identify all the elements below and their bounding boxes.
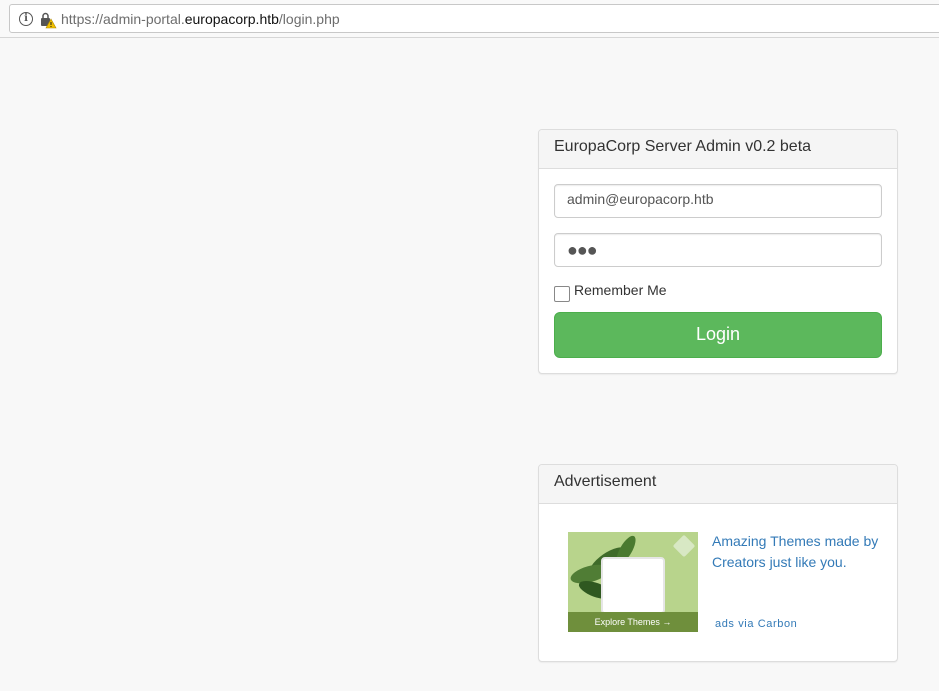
lock-warning-icon[interactable] [39, 11, 57, 29]
password-field[interactable]: ●●● [554, 233, 882, 267]
tablet-mockup [601, 557, 665, 614]
url-host: europacorp.htb [184, 11, 279, 27]
info-icon[interactable]: i [19, 12, 33, 26]
email-field[interactable]: admin@europacorp.htb [554, 184, 882, 218]
ads-via-carbon-link[interactable]: ads via Carbon [715, 618, 797, 630]
remember-me-checkbox[interactable] [554, 286, 570, 302]
explore-themes-caption[interactable]: Explore Themes → [568, 612, 698, 632]
ad-text-link[interactable]: Amazing Themes made by Creators just lik… [712, 531, 882, 573]
url-text[interactable]: https://admin-portal.europacorp.htb/logi… [61, 11, 340, 27]
login-panel-title: EuropaCorp Server Admin v0.2 beta [539, 130, 897, 169]
browser-url-bar: i https://admin-portal.europacorp.htb/lo… [0, 0, 939, 38]
advertisement-title: Advertisement [539, 465, 897, 504]
login-button[interactable]: Login [554, 312, 882, 358]
url-field[interactable]: i https://admin-portal.europacorp.htb/lo… [9, 4, 939, 33]
url-path: /login.php [278, 11, 340, 27]
login-panel: EuropaCorp Server Admin v0.2 beta admin@… [538, 129, 898, 374]
remember-me-label[interactable]: Remember Me [574, 282, 667, 298]
advertisement-panel: Advertisement Explore Themes → Amazing T… [538, 464, 898, 662]
url-prefix: https://admin-portal. [61, 11, 185, 27]
ad-image[interactable]: Explore Themes → [568, 532, 698, 632]
